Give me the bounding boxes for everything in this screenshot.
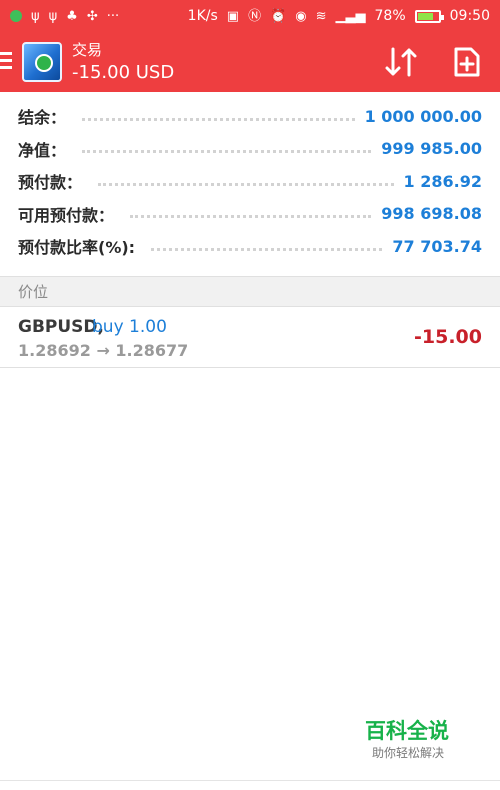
balance-value: 1 000 000.00: [364, 106, 482, 126]
app-notification-icon: [10, 10, 22, 22]
status-bar-right: 1K/s ▣ Ⓝ ⏰ ◉ ≋ ▁▃▅ 78% 09:50: [188, 8, 490, 24]
position-profit: -15.00: [414, 326, 482, 348]
more-notifications-indicator: ···: [106, 8, 120, 24]
margin-level-label: 预付款比率(%):: [18, 238, 136, 258]
status-bar-left: ψ ψ ♣ ✣ ···: [10, 10, 119, 23]
margin-level-row: 预付款比率(%): 77 703.74: [0, 230, 500, 263]
vibrate-icon: ▣: [226, 8, 240, 24]
free-margin-label: 可用预付款：: [18, 205, 115, 225]
pinwheel-icon: ✣: [86, 8, 98, 24]
dotted-leader: [130, 215, 372, 219]
balance-label: 结余：: [18, 108, 67, 128]
app-bar: 交易 -15.00 USD: [0, 32, 500, 92]
new-order-icon[interactable]: [453, 46, 481, 78]
margin-level-value: 77 703.74: [392, 236, 482, 256]
divider: [0, 780, 500, 781]
dotted-leader: [98, 182, 394, 186]
dotted-leader: [82, 150, 372, 154]
positions-section-header: 价位: [0, 276, 500, 307]
wifi-icon: ≋: [315, 8, 327, 24]
free-margin-row: 可用预付款： 998 698.08: [0, 198, 500, 231]
app-logo[interactable]: [22, 42, 62, 82]
position-prices: 1.28692 → 1.28677: [18, 341, 189, 360]
network-speed: 1K/s: [187, 8, 218, 24]
dotted-leader: [151, 247, 383, 251]
floating-profit: -15.00 USD: [72, 62, 175, 83]
signal-icon: ▁▃▅: [335, 8, 366, 24]
watermark-title: 百科全说: [365, 719, 449, 743]
margin-label: 预付款：: [18, 173, 83, 193]
equity-value: 999 985.00: [381, 139, 482, 159]
battery-percent: 78%: [374, 8, 406, 24]
dotted-leader: [82, 117, 355, 121]
nfc-icon: Ⓝ: [248, 8, 262, 24]
clock: 09:50: [449, 8, 490, 24]
watermark-subtitle: 助你轻松解决: [372, 746, 445, 760]
free-margin-value: 998 698.08: [381, 204, 482, 224]
game-icon: ♣: [66, 8, 78, 24]
menu-icon[interactable]: [0, 52, 14, 70]
battery-level-fill: [417, 12, 434, 20]
balance-row: 结余： 1 000 000.00: [0, 100, 500, 133]
eye-comfort-icon: ◉: [295, 8, 307, 24]
status-bar: ψ ψ ♣ ✣ ··· 1K/s ▣ Ⓝ ⏰ ◉ ≋ ▁▃▅ 78% 09:50: [0, 0, 500, 32]
margin-row: 预付款： 1 286.92: [0, 165, 500, 198]
equity-row: 净值： 999 985.00: [0, 133, 500, 166]
equity-label: 净值：: [18, 140, 67, 160]
alarm-icon: ⏰: [270, 8, 287, 24]
page-title: 交易: [72, 41, 103, 59]
position-row[interactable]: GBPUSD, buy 1.00 1.28692 → 1.28677 -15.0…: [0, 308, 500, 368]
battery-icon: [414, 9, 444, 23]
position-side: buy 1.00: [92, 317, 167, 337]
sort-icon[interactable]: [384, 46, 418, 78]
usb-icon: ψ: [31, 8, 40, 24]
usb-icon: ψ: [48, 8, 58, 24]
margin-value: 1 286.92: [403, 171, 482, 191]
account-summary: 结余： 1 000 000.00 净值： 999 985.00 预付款： 1 2…: [0, 100, 500, 263]
